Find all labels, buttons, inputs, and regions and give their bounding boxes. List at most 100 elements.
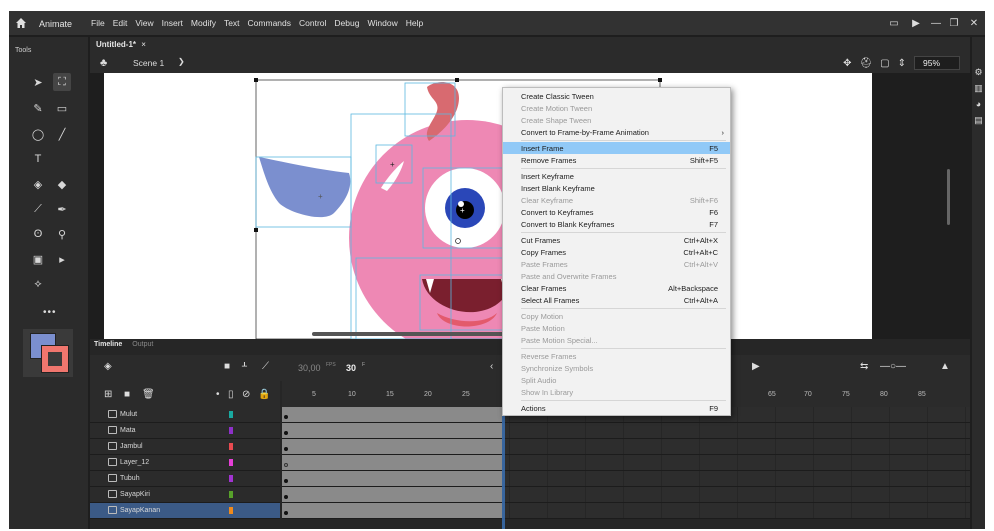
menu-control[interactable]: Control	[299, 18, 326, 28]
snap-icon[interactable]: ✥	[843, 58, 851, 69]
frame-span[interactable]	[282, 439, 502, 454]
layer-row[interactable]: Tubuh	[90, 471, 280, 487]
context-menu-item[interactable]: Convert to Blank Keyframes F7	[503, 218, 730, 230]
layer-row[interactable]: Mulut	[90, 407, 280, 423]
layer-color-chip[interactable]	[229, 411, 233, 418]
menu-file[interactable]: File	[91, 18, 105, 28]
text-tool-icon[interactable]: T	[29, 150, 47, 168]
rectangle-tool-icon[interactable]: ▭	[53, 99, 71, 117]
menu-insert[interactable]: Insert	[162, 18, 183, 28]
minimize-button[interactable]: —	[927, 15, 945, 31]
assets-icon[interactable]: ◕	[972, 99, 985, 109]
context-menu-item[interactable]: Select All Frames Ctrl+Alt+A	[503, 294, 730, 306]
context-menu-item[interactable]: Insert Keyframe	[503, 170, 730, 182]
parenting-icon[interactable]: ᚆ	[242, 361, 247, 372]
keyframe-dot[interactable]	[284, 479, 288, 483]
add-layer-icon[interactable]: ⊞	[104, 389, 112, 400]
menu-modify[interactable]: Modify	[191, 18, 216, 28]
context-menu-item[interactable]: Convert to Keyframes F6	[503, 206, 730, 218]
menu-debug[interactable]: Debug	[334, 18, 359, 28]
scene-clapper-icon[interactable]: ♣	[100, 57, 107, 69]
menu-edit[interactable]: Edit	[113, 18, 128, 28]
zoom-mountain-icon[interactable]: ▲	[940, 361, 950, 372]
lock-icon[interactable]: 🔒	[258, 389, 270, 400]
clip-icon[interactable]: ⛑	[859, 58, 872, 69]
frame-row[interactable]	[282, 439, 970, 455]
context-menu-item[interactable]: Remove Frames Shift+F5	[503, 154, 730, 166]
restore-button[interactable]: ❐	[945, 15, 963, 31]
menu-help[interactable]: Help	[406, 18, 423, 28]
zoom-tool-icon[interactable]: ⚲	[53, 225, 71, 243]
library-icon[interactable]: ▥	[972, 83, 985, 94]
layer-name[interactable]: Mata	[120, 427, 136, 434]
stage-vertical-scrollbar[interactable]	[947, 169, 950, 225]
frame-row[interactable]	[282, 503, 970, 519]
layer-row[interactable]: Jambul	[90, 439, 280, 455]
more-tools-icon[interactable]: •••	[43, 307, 57, 318]
menu-view[interactable]: View	[135, 18, 153, 28]
menu-window[interactable]: Window	[367, 18, 397, 28]
eyedropper-tool-icon[interactable]: ⟋	[29, 200, 47, 218]
layer-color-chip[interactable]	[229, 443, 233, 450]
layer-color-chip[interactable]	[229, 427, 233, 434]
line-tool-icon[interactable]: ╱	[53, 125, 71, 143]
zoom-select[interactable]: 95%	[914, 56, 960, 70]
frame-span[interactable]	[282, 423, 502, 438]
layer-color-chip[interactable]	[229, 475, 233, 482]
test-movie-icon[interactable]: ▶	[905, 15, 927, 31]
context-menu-item[interactable]: Cut Frames Ctrl+Alt+X	[503, 234, 730, 246]
context-menu-item[interactable]: Clear Frames Alt+Backspace	[503, 282, 730, 294]
selection-tool-icon[interactable]: ➤	[29, 73, 47, 91]
workspace-icon[interactable]: ▭	[883, 15, 905, 31]
rotate-stage-icon[interactable]: ⇕	[898, 58, 906, 69]
layer-name[interactable]: Layer_12	[120, 459, 149, 466]
paint-bucket-tool-icon[interactable]: ◈	[29, 175, 47, 193]
zoom-slider[interactable]: —○—	[880, 361, 906, 372]
center-stage-icon[interactable]: ▢	[880, 58, 889, 69]
frame-row[interactable]	[282, 455, 970, 471]
keyframe-dot[interactable]	[284, 415, 288, 419]
frame-row[interactable]	[282, 423, 970, 439]
subselection-tool-icon[interactable]: ▸	[53, 250, 71, 268]
frame-row[interactable]	[282, 471, 970, 487]
layer-name[interactable]: Tubuh	[120, 475, 140, 482]
close-button[interactable]: ✕	[963, 15, 985, 31]
oval-tool-icon[interactable]: ◯	[29, 125, 47, 143]
keyframe-dot[interactable]	[284, 447, 288, 451]
outline-icon[interactable]: ▯	[228, 389, 234, 400]
layer-color-chip[interactable]	[229, 459, 233, 466]
camera-tool-icon[interactable]: ▣	[29, 250, 47, 268]
frame-span[interactable]	[282, 471, 502, 486]
layer-name[interactable]: SayapKanan	[120, 507, 160, 514]
frame-span[interactable]	[282, 407, 502, 422]
layer-name[interactable]: Jambul	[120, 443, 143, 450]
pen-tool-icon[interactable]: ✒	[53, 200, 71, 218]
context-menu-item[interactable]: Actions F9	[503, 402, 730, 414]
layer-color-chip[interactable]	[229, 491, 233, 498]
brush-tool-icon[interactable]: ✎	[29, 99, 47, 117]
layer-row[interactable]: SayapKiri	[90, 487, 280, 503]
stage-canvas[interactable]: + + +	[104, 73, 872, 339]
menu-commands[interactable]: Commands	[248, 18, 291, 28]
frame-span[interactable]	[282, 503, 502, 518]
tab-close-icon[interactable]: ×	[141, 40, 146, 49]
layer-row[interactable]: Mata	[90, 423, 280, 439]
context-menu-item[interactable]: Copy Frames Ctrl+Alt+C	[503, 246, 730, 258]
width-tool-icon[interactable]: ⟡	[29, 275, 47, 293]
stage-horizontal-scrollbar[interactable]	[312, 332, 506, 336]
lasso-tool-icon[interactable]: ʘ	[29, 225, 47, 243]
frame-span[interactable]	[282, 487, 502, 502]
free-transform-tool-icon[interactable]: ⛶	[53, 73, 71, 91]
folder-icon[interactable]: ■	[124, 389, 130, 400]
highlight-layer-icon[interactable]: •	[216, 389, 220, 400]
layer-name[interactable]: SayapKiri	[120, 491, 150, 498]
keyframe-dot[interactable]	[284, 495, 288, 499]
document-tab[interactable]: Untitled-1* ×	[96, 40, 146, 49]
frame-grid[interactable]	[282, 407, 970, 519]
graph-icon[interactable]: ⟋	[262, 361, 269, 372]
keyframe-dot[interactable]	[284, 463, 288, 467]
trash-icon[interactable]: 🗑	[142, 389, 155, 400]
keyframe-dot[interactable]	[284, 431, 288, 435]
layers-icon[interactable]: ◈	[104, 361, 112, 372]
fps-value[interactable]: 30,00	[298, 363, 321, 373]
